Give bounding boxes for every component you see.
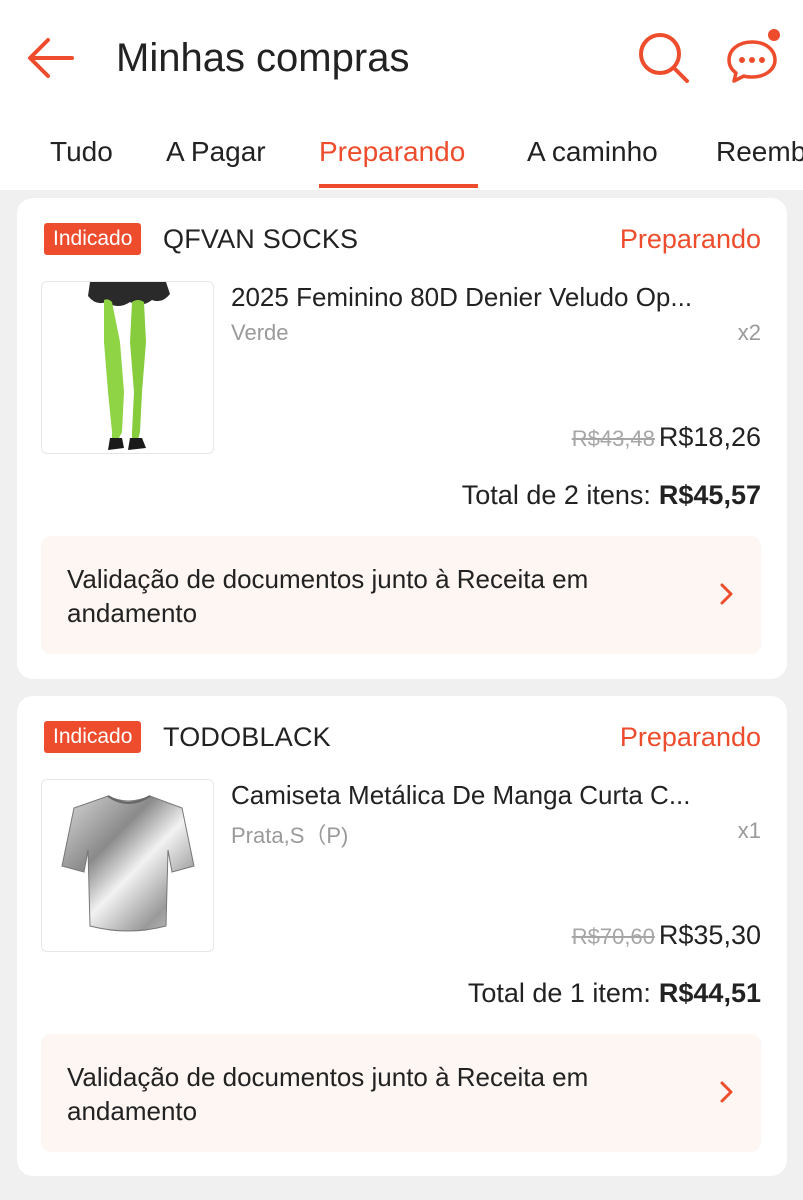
order-card[interactable]: Indicado QFVAN SOCKS Preparando 2025 Fem… (17, 198, 787, 679)
product-quantity: x1 (737, 818, 761, 843)
tab-reembolso[interactable]: Reemb (716, 136, 803, 168)
tab-a-pagar[interactable]: A Pagar (166, 136, 266, 168)
product-image[interactable] (41, 281, 214, 454)
customs-notice[interactable]: Validação de documentos junto à Receita … (41, 1034, 761, 1152)
sale-price: R$18,26 (658, 422, 761, 452)
price-block: R$70,60 R$35,30 (572, 920, 761, 951)
app-header: Minhas compras Tudo A Pagar Preparando A… (0, 0, 803, 190)
order-total-label: Total de 1 item: (467, 978, 651, 1008)
customs-notice-text: Validação de documentos junto à Receita … (67, 564, 589, 628)
tab-preparando[interactable]: Preparando (319, 136, 465, 168)
shop-name[interactable]: QFVAN SOCKS (163, 224, 358, 255)
tab-a-caminho[interactable]: A caminho (527, 136, 658, 168)
product-variant: Prata,S（P) (231, 823, 349, 848)
tab-tudo[interactable]: Tudo (50, 136, 113, 168)
chevron-right-icon (720, 1081, 733, 1103)
product-name[interactable]: 2025 Feminino 80D Denier Veludo Op... (231, 282, 761, 313)
order-total: Total de 2 itens: R$45,57 (462, 480, 761, 511)
recommended-badge: Indicado (44, 721, 142, 753)
search-button[interactable] (636, 30, 692, 86)
green-tights-image (88, 282, 170, 450)
price-block: R$43,48 R$18,26 (572, 422, 761, 453)
active-tab-indicator (319, 184, 478, 188)
shop-name[interactable]: TODOBLACK (163, 722, 331, 753)
search-icon (639, 33, 689, 83)
order-card[interactable]: Indicado TODOBLACK Preparando Camiseta M… (17, 696, 787, 1176)
order-total: Total de 1 item: R$44,51 (468, 978, 761, 1009)
order-status: Preparando (619, 722, 761, 752)
order-total-label: Total de 2 itens: (461, 480, 651, 510)
original-price: R$43,48 (571, 426, 655, 451)
back-button[interactable] (24, 34, 76, 82)
product-quantity: x2 (737, 320, 761, 345)
chevron-right-icon (720, 583, 733, 605)
chat-bubble-icon (727, 29, 780, 83)
product-name[interactable]: Camiseta Metálica De Manga Curta C... (231, 780, 761, 811)
original-price: R$70,60 (571, 924, 655, 949)
product-variant: Verde (231, 320, 289, 345)
silver-tshirt-image (61, 795, 195, 932)
chat-button[interactable] (724, 28, 784, 84)
arrow-left-icon (28, 38, 74, 78)
customs-notice-text: Validação de documentos junto à Receita … (67, 1062, 589, 1126)
order-total-amount: R$44,51 (658, 978, 761, 1008)
customs-notice[interactable]: Validação de documentos junto à Receita … (41, 536, 761, 654)
order-status: Preparando (619, 224, 761, 254)
page-title: Minhas compras (116, 36, 410, 80)
order-status-tabs: Tudo A Pagar Preparando A caminho Reemb (0, 128, 803, 190)
recommended-badge: Indicado (44, 223, 142, 255)
order-total-amount: R$45,57 (658, 480, 761, 510)
sale-price: R$35,30 (658, 920, 761, 950)
product-image[interactable] (41, 779, 214, 952)
